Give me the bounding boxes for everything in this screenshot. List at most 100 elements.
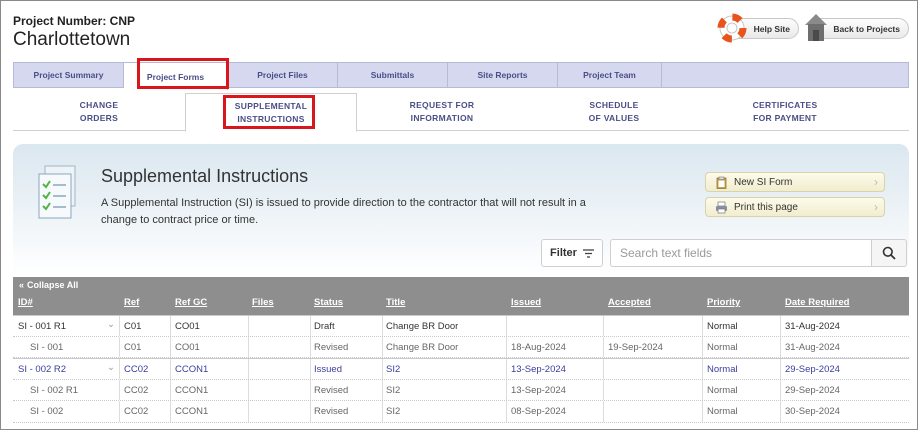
column-divider — [603, 379, 604, 400]
cell-title: SI2 — [386, 384, 401, 396]
cell-id[interactable]: SI - 001 — [30, 342, 63, 353]
column-divider — [603, 336, 604, 357]
subtab-line: SCHEDULE — [589, 100, 639, 110]
col-files[interactable]: Files — [252, 297, 274, 308]
app-window: Project Number: CNP Charlottetown Help S… — [0, 0, 918, 430]
search-button[interactable] — [871, 239, 907, 267]
column-divider — [780, 336, 781, 357]
chevron-right-icon: › — [874, 175, 878, 189]
help-site-label: Help Site — [753, 23, 790, 34]
cell-date: 29-Sep-2024 — [785, 384, 840, 396]
col-ref[interactable]: Ref — [124, 297, 139, 308]
column-divider — [248, 359, 249, 379]
cell-title: SI2 — [386, 406, 401, 417]
cell-refgc: CCON1 — [175, 364, 209, 375]
print-page-label: Print this page — [734, 201, 798, 213]
column-divider — [170, 401, 171, 422]
column-divider — [603, 359, 604, 379]
column-divider — [506, 401, 507, 422]
col-title[interactable]: Title — [386, 297, 405, 308]
col-date-required[interactable]: Date Required — [785, 297, 849, 308]
cell-issued: 18-Aug-2024 — [511, 341, 566, 353]
filter-button[interactable]: Filter — [541, 239, 603, 267]
col-issued[interactable]: Issued — [511, 297, 541, 308]
cell-accepted: 19-Sep-2024 — [608, 341, 663, 353]
column-divider — [170, 316, 171, 336]
column-divider — [310, 401, 311, 422]
cell-status: Revised — [314, 384, 349, 396]
cell-date: 30-Sep-2024 — [785, 406, 840, 417]
subtab-request-for-information[interactable]: REQUEST FOR INFORMATION — [393, 93, 491, 131]
project-tabs: Project Summary Project Forms Project Fi… — [13, 62, 909, 90]
double-chevron-up-icon: « — [19, 279, 25, 290]
subtab-change-orders[interactable]: CHANGE ORDERS — [53, 93, 145, 131]
project-name: Charlottetown — [13, 29, 131, 50]
subtab-line: INSTRUCTIONS — [237, 113, 305, 124]
cell-ref: CC02 — [124, 406, 149, 417]
cell-id[interactable]: SI - 002 R1 — [30, 385, 78, 396]
clipboard-icon — [716, 176, 727, 189]
cell-status: Revised — [314, 341, 349, 353]
cell-title: SI2 — [386, 364, 401, 375]
table-row[interactable]: SI - 002 R1 CC02 CCON1 Revised SI2 13-Sep-202… — [13, 379, 909, 401]
table-row[interactable]: SI - 002 CC02 CCON1 Revised SI2 08-Sep-2024 No… — [13, 401, 909, 423]
tab-project-forms[interactable]: Project Forms — [124, 63, 228, 90]
page-description: A Supplemental Instruction (SI) is issue… — [101, 197, 586, 226]
cell-title: Change BR Door — [386, 341, 459, 353]
column-divider — [310, 316, 311, 336]
si-table: « Collapse All ID# Ref Ref GC Files Stat… — [13, 277, 909, 423]
table-row[interactable]: SI - 002 R2 CC02 CCON1 Issued SI2 13-Sep-2024… — [13, 358, 909, 380]
search-input[interactable] — [610, 239, 872, 267]
column-divider — [702, 359, 703, 379]
cell-id[interactable]: SI - 001 R1 — [18, 321, 66, 332]
col-priority[interactable]: Priority — [707, 297, 740, 308]
tab-submittals[interactable]: Submittals — [338, 63, 448, 87]
column-divider — [702, 379, 703, 400]
subtab-line: FOR PAYMENT — [753, 113, 817, 123]
cell-date: 31-Aug-2024 — [785, 341, 840, 353]
column-divider — [248, 336, 249, 357]
tab-project-summary[interactable]: Project Summary — [14, 63, 124, 87]
cell-issued: 08-Sep-2024 — [511, 406, 566, 417]
tab-project-files[interactable]: Project Files — [228, 63, 338, 87]
table-header: ID# Ref Ref GC Files Status Title Issued… — [13, 292, 909, 315]
new-si-form-button[interactable]: New SI Form › — [705, 172, 885, 192]
col-status[interactable]: Status — [314, 297, 343, 308]
back-to-projects-label: Back to Projects — [833, 23, 900, 34]
column-divider — [382, 316, 383, 336]
column-divider — [119, 359, 120, 379]
search-icon — [882, 246, 896, 260]
form-type-tabs: CHANGE ORDERS SUPPLEMENTAL INSTRUCTIONS RE… — [13, 93, 909, 132]
cell-id[interactable]: SI - 002 — [30, 406, 63, 417]
subtab-supplemental-instructions[interactable]: SUPPLEMENTAL INSTRUCTIONS — [185, 93, 357, 132]
col-ref-gc[interactable]: Ref GC — [175, 297, 207, 308]
table-row[interactable]: SI - 001 C01 CO01 Revised Change BR Door 18-A… — [13, 336, 909, 358]
column-divider — [170, 336, 171, 357]
column-divider — [780, 401, 781, 422]
column-divider — [119, 401, 120, 422]
cell-priority: Normal — [707, 406, 738, 417]
column-divider — [170, 379, 171, 400]
tab-site-reports[interactable]: Site Reports — [448, 63, 558, 87]
column-divider — [603, 401, 604, 422]
col-accepted[interactable]: Accepted — [608, 297, 651, 308]
column-divider — [382, 379, 383, 400]
cell-ref: CC02 — [124, 384, 149, 396]
column-divider — [310, 379, 311, 400]
expand-chevron-icon[interactable]: ⌄ — [107, 319, 115, 330]
table-row[interactable]: SI - 001 R1 C01 CO01 Draft Change BR Door Nor… — [13, 315, 909, 337]
column-divider — [382, 336, 383, 357]
print-page-button[interactable]: Print this page › — [705, 197, 885, 217]
cell-priority: Normal — [707, 364, 738, 375]
column-divider — [780, 316, 781, 336]
col-id[interactable]: ID# — [18, 297, 33, 308]
column-divider — [506, 316, 507, 336]
expand-chevron-icon[interactable]: ⌄ — [107, 362, 115, 373]
cell-status: Issued — [314, 364, 342, 375]
subtab-schedule-of-values[interactable]: SCHEDULE OF VALUES — [565, 93, 663, 131]
cell-ref: C01 — [124, 341, 142, 353]
collapse-all-button[interactable]: « Collapse All — [13, 277, 909, 292]
subtab-certificates-for-payment[interactable]: CERTIFICATES FOR PAYMENT — [733, 93, 837, 131]
tab-project-team[interactable]: Project Team — [558, 63, 662, 87]
cell-id[interactable]: SI - 002 R2 — [18, 364, 66, 375]
